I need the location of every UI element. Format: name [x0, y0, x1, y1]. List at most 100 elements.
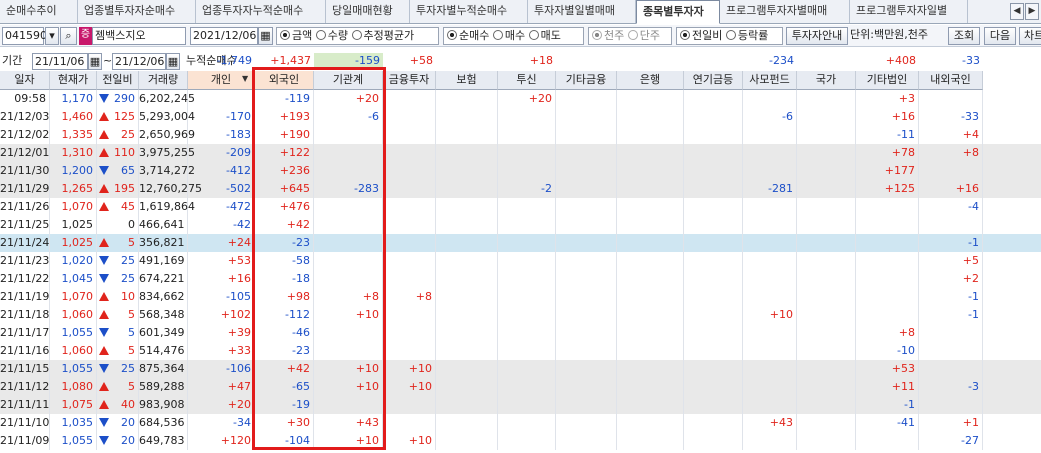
tab-3[interactable]: 당일매매현황: [326, 0, 410, 23]
cell-v: 466,641: [139, 216, 188, 234]
table-row[interactable]: 21/11/11 1,075 40 983,908 +20 -19 -1: [0, 396, 1041, 414]
cell-ins: [436, 288, 498, 306]
table-row[interactable]: 21/11/15 1,055 25 875,364 -106 +42 +10 +10 +53: [0, 360, 1041, 378]
column-header-14[interactable]: 국가: [797, 71, 856, 90]
cell-inv: [498, 306, 556, 324]
radio-quantity[interactable]: 수량: [315, 29, 348, 42]
column-header-12[interactable]: 연기금등: [684, 71, 743, 90]
column-header-8[interactable]: 보험: [436, 71, 498, 90]
chart-button[interactable]: 차트: [1019, 27, 1041, 45]
table-row[interactable]: 21/11/09 1,055 20 649,783 +120 -104 +10 +10 -27: [0, 432, 1041, 450]
cell-fin: [383, 198, 436, 216]
tab-6[interactable]: 종목별투자자: [636, 0, 720, 24]
tab-2[interactable]: 업종투자자누적순매수: [196, 0, 326, 23]
cell-fin: [383, 396, 436, 414]
cell-fin: [383, 306, 436, 324]
calendar-to-icon[interactable]: ▦: [166, 53, 180, 70]
radio-net-buy[interactable]: 순매수: [447, 29, 489, 42]
radio-sell[interactable]: 매도: [528, 29, 561, 42]
table-row[interactable]: 21/11/18 1,060 5 568,348 +102 -112 +10 +10 -1: [0, 306, 1041, 324]
column-header-13[interactable]: 사모펀드: [743, 71, 797, 90]
cell-inv: [498, 234, 556, 252]
radio-prev-day[interactable]: 전일비: [680, 29, 722, 42]
date-input[interactable]: 2021/12/06: [190, 27, 258, 45]
tab-1[interactable]: 업종별투자자순매수: [78, 0, 196, 23]
table-row[interactable]: 21/11/10 1,035 20 684,536 -34 +30 +43 +43 -41 +1: [0, 414, 1041, 432]
cell-bank: [617, 216, 684, 234]
tab-next-icon[interactable]: ▶: [1025, 3, 1039, 20]
tab-7[interactable]: 프로그램투자자별매매: [720, 0, 850, 23]
table-row[interactable]: 21/11/19 1,070 10 834,662 -105 +98 +8 +8 -1: [0, 288, 1041, 306]
radio-thousand-label: 천주: [604, 29, 625, 42]
radio-amount[interactable]: 금액: [280, 29, 312, 42]
radio-unit-share[interactable]: 단주: [627, 29, 660, 42]
cell-etc: [556, 198, 617, 216]
tab-0[interactable]: 순매수추이: [0, 0, 78, 23]
column-header-10[interactable]: 기타금융: [556, 71, 617, 90]
triangle-down-icon: [99, 436, 109, 445]
table-row[interactable]: 21/11/30 1,200 65 3,714,272 -412 +236 +177: [0, 162, 1041, 180]
period-from-input[interactable]: 21/11/06: [32, 53, 88, 70]
stock-code-text: 041590: [5, 29, 47, 42]
cell-pef: [743, 360, 797, 378]
table-row[interactable]: 21/11/29 1,265 195 12,760,275 -502 +645 -283 -2…: [0, 180, 1041, 198]
table-row[interactable]: 21/11/26 1,070 45 1,619,864 -472 +476 -4: [0, 198, 1041, 216]
tab-4[interactable]: 투자자별누적순매수: [410, 0, 528, 23]
column-header-2[interactable]: 전일비: [97, 71, 139, 90]
tab-8[interactable]: 프로그램투자자일별: [850, 0, 968, 23]
sort-dropdown-icon[interactable]: ▼: [242, 74, 248, 83]
tab-prev-icon[interactable]: ◀: [1010, 3, 1024, 20]
stock-code-input[interactable]: 041590: [2, 27, 47, 45]
column-header-3[interactable]: 거래량: [139, 71, 188, 90]
table-row[interactable]: 21/11/23 1,020 25 491,169 +53 -58 +5: [0, 252, 1041, 270]
cell-price: 1,025: [50, 216, 97, 234]
calendar-icon[interactable]: ▦: [258, 27, 273, 45]
period-to-input[interactable]: 21/12/06: [112, 53, 166, 70]
radio-rate[interactable]: 등락률: [725, 29, 768, 42]
table-row[interactable]: 21/11/24 1,025 5 356,821 +24 -23 -1: [0, 234, 1041, 252]
column-header-1[interactable]: 현재가: [50, 71, 97, 90]
query-button[interactable]: 조회: [948, 27, 980, 45]
radio-buy[interactable]: 매수: [492, 29, 525, 42]
table-row[interactable]: 21/11/12 1,080 5 589,288 +47 -65 +10 +10 +11 -3: [0, 378, 1041, 396]
cell-pef: [743, 432, 797, 450]
cell-etc: [556, 180, 617, 198]
column-header-9[interactable]: 투신: [498, 71, 556, 90]
calendar-from-icon[interactable]: ▦: [88, 53, 102, 70]
table-row[interactable]: 21/12/02 1,335 25 2,650,969 -183 +190 -11 +4: [0, 126, 1041, 144]
table-row[interactable]: 21/12/03 1,460 125 5,293,004 -170 +193 -6 -6 +16…: [0, 108, 1041, 126]
tab-5[interactable]: 투자자별일별매매: [528, 0, 636, 23]
column-header-11[interactable]: 은행: [617, 71, 684, 90]
column-header-6[interactable]: 기관계: [314, 71, 383, 90]
cell-bank: [617, 180, 684, 198]
column-header-0[interactable]: 일자: [0, 71, 50, 90]
table-row[interactable]: 21/12/01 1,310 110 3,975,255 -209 +122 +78 +8: [0, 144, 1041, 162]
table-row[interactable]: 21/11/17 1,055 5 601,349 +39 -46 +8: [0, 324, 1041, 342]
radio-thousand[interactable]: 천주: [592, 29, 624, 42]
cell-gov: [797, 252, 856, 270]
column-header-5[interactable]: 외국인: [255, 71, 314, 90]
cell-ins: [436, 216, 498, 234]
cell-inst: [314, 162, 383, 180]
cell-fin: [383, 180, 436, 198]
cell-pen: [684, 180, 743, 198]
table-row[interactable]: 09:58 1,170 290 6,202,245 -119 +20 +20 +3: [0, 90, 1041, 108]
cell-ind: +102: [188, 306, 255, 324]
cell-gov: [797, 216, 856, 234]
cell-pen: [684, 432, 743, 450]
table-row[interactable]: 21/11/16 1,060 5 514,476 +33 -23 -10: [0, 342, 1041, 360]
cell-price: 1,055: [50, 360, 97, 378]
column-header-7[interactable]: 금융투자: [383, 71, 436, 90]
table-row[interactable]: 21/11/22 1,045 25 674,221 +16 -18 +2: [0, 270, 1041, 288]
table-row[interactable]: 21/11/25 1,025 0 466,641 -42 +42: [0, 216, 1041, 234]
search-icon[interactable]: ⌕: [60, 27, 77, 45]
code-dropdown-icon[interactable]: ▾: [45, 27, 59, 45]
radio-avg-price[interactable]: 추정평균가: [351, 29, 414, 42]
radio-on-icon: [447, 30, 457, 40]
next-button[interactable]: 다음: [984, 27, 1016, 45]
investor-guide-button[interactable]: 투자자안내: [786, 27, 848, 45]
column-header-16[interactable]: 내외국인: [919, 71, 983, 90]
column-header-15[interactable]: 기타법인: [856, 71, 919, 90]
triangle-down-icon: [99, 166, 109, 175]
stock-name-field[interactable]: 젬백스지오: [92, 27, 186, 45]
